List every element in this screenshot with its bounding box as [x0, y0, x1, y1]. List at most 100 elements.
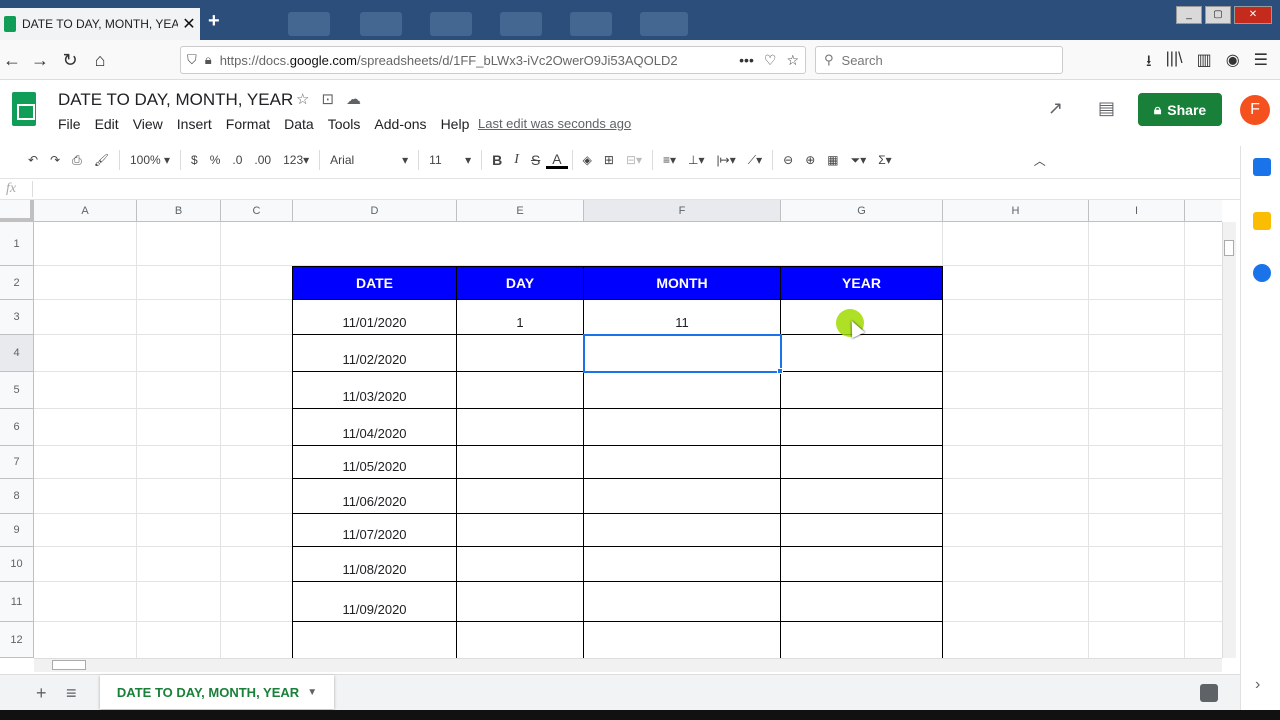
collapse-toolbar-icon[interactable]: ︿: [1028, 152, 1052, 169]
table-cell-month[interactable]: [584, 622, 781, 658]
table-cell-year[interactable]: [781, 372, 943, 409]
table-cell-day[interactable]: [457, 514, 584, 547]
table-cell-month[interactable]: [584, 372, 781, 409]
table-cell-month[interactable]: [584, 479, 781, 514]
table-cell-date[interactable]: 11/09/2020: [292, 582, 457, 622]
table-cell-day[interactable]: [457, 582, 584, 622]
formula-bar[interactable]: fx: [0, 178, 1240, 200]
more-formats-select[interactable]: 123▾: [277, 153, 315, 167]
table-cell-day[interactable]: 1: [457, 300, 584, 335]
undo-icon[interactable]: ↶: [22, 153, 44, 167]
table-cell-day[interactable]: [457, 479, 584, 514]
currency-format-button[interactable]: $: [185, 153, 204, 167]
table-cell-year[interactable]: [781, 582, 943, 622]
table-cell-month[interactable]: [584, 514, 781, 547]
table-cell-date[interactable]: [292, 622, 457, 658]
close-tab-icon[interactable]: ✕: [178, 14, 200, 34]
table-header-date[interactable]: DATE: [292, 266, 457, 300]
explore-icon[interactable]: [1200, 684, 1218, 702]
zoom-select[interactable]: 100% ▾: [124, 153, 176, 167]
row-header[interactable]: 2: [0, 266, 34, 300]
account-icon[interactable]: ◉: [1226, 50, 1240, 77]
new-tab-icon[interactable]: +: [208, 10, 220, 33]
sheet-tab-active[interactable]: DATE TO DAY, MONTH, YEAR ▼: [100, 675, 334, 709]
keep-icon[interactable]: [1253, 212, 1271, 230]
row-header[interactable]: 5: [0, 372, 34, 409]
font-size-select[interactable]: 11 ▾: [423, 153, 477, 167]
vertical-scroll-thumb[interactable]: [1224, 240, 1234, 256]
table-header-year[interactable]: YEAR: [781, 266, 943, 300]
insert-link-icon[interactable]: ⊖: [777, 153, 799, 167]
menu-file[interactable]: File: [58, 116, 81, 132]
close-window-icon[interactable]: ✕: [1234, 6, 1272, 24]
more-actions-icon[interactable]: •••: [739, 52, 754, 69]
back-icon[interactable]: ←: [0, 48, 24, 72]
table-cell-day[interactable]: [457, 335, 584, 372]
forward-icon[interactable]: →: [28, 48, 52, 72]
activity-trend-icon[interactable]: ↗: [1048, 98, 1063, 119]
table-cell-day[interactable]: [457, 372, 584, 409]
horizontal-scroll-thumb[interactable]: [52, 660, 86, 670]
minimize-icon[interactable]: _: [1176, 6, 1202, 24]
table-cell-day[interactable]: [457, 446, 584, 479]
table-header-month[interactable]: MONTH: [584, 266, 781, 300]
table-cell-year[interactable]: [781, 547, 943, 582]
decrease-decimal-button[interactable]: .0: [226, 153, 248, 167]
table-cell-date[interactable]: 11/04/2020: [292, 409, 457, 446]
functions-icon[interactable]: Σ▾: [872, 153, 897, 167]
table-cell-year[interactable]: [781, 514, 943, 547]
column-header[interactable]: [1185, 200, 1222, 222]
home-icon[interactable]: ⌂: [88, 48, 112, 72]
italic-button[interactable]: I: [508, 152, 525, 168]
menu-insert[interactable]: Insert: [177, 116, 212, 132]
merge-cells-icon[interactable]: ⊟▾: [620, 153, 648, 167]
table-cell-month[interactable]: [584, 582, 781, 622]
document-title[interactable]: DATE TO DAY, MONTH, YEAR: [58, 90, 293, 110]
table-cell-date[interactable]: 11/07/2020: [292, 514, 457, 547]
vertical-scrollbar[interactable]: [1222, 222, 1236, 658]
insert-comment-icon[interactable]: ⊕: [799, 153, 821, 167]
table-cell-date[interactable]: 11/08/2020: [292, 547, 457, 582]
strikethrough-button[interactable]: S: [525, 152, 546, 168]
table-cell-date[interactable]: 11/06/2020: [292, 479, 457, 514]
table-cell-year[interactable]: [781, 622, 943, 658]
move-folder-icon[interactable]: ⊡: [321, 90, 334, 108]
fill-handle[interactable]: [777, 368, 783, 374]
table-cell-day[interactable]: [457, 622, 584, 658]
spreadsheet-grid[interactable]: A B C D E F G H I 1 2 3 4 5 6 7 8 9 10 1…: [0, 200, 1222, 658]
column-header[interactable]: H: [943, 200, 1089, 222]
redo-icon[interactable]: ↷: [44, 153, 66, 167]
font-select[interactable]: Arial ▾: [324, 153, 414, 167]
table-cell-day[interactable]: [457, 409, 584, 446]
column-header[interactable]: C: [221, 200, 293, 222]
cloud-status-icon[interactable]: ☁: [346, 90, 361, 108]
add-sheet-icon[interactable]: +: [36, 683, 47, 704]
url-text[interactable]: https://docs.google.com/spreadsheets/d/1…: [220, 53, 739, 68]
menu-addons[interactable]: Add-ons: [374, 116, 426, 132]
table-cell-date[interactable]: 11/02/2020: [292, 335, 457, 372]
tasks-icon[interactable]: [1253, 264, 1271, 282]
url-bar[interactable]: ⛉ 🔒︎ https://docs.google.com/spreadsheet…: [180, 46, 806, 74]
menu-tools[interactable]: Tools: [328, 116, 361, 132]
increase-decimal-button[interactable]: .00: [248, 153, 277, 167]
table-cell-month[interactable]: 11: [584, 300, 781, 335]
column-header[interactable]: D: [293, 200, 457, 222]
fill-color-icon[interactable]: ◈: [577, 153, 598, 167]
menu-help[interactable]: Help: [441, 116, 470, 132]
browser-search-input[interactable]: ⚲ Search: [815, 46, 1063, 74]
percent-format-button[interactable]: %: [204, 153, 227, 167]
table-cell-month[interactable]: [584, 547, 781, 582]
selected-cell[interactable]: [583, 334, 782, 373]
column-header[interactable]: A: [34, 200, 137, 222]
all-sheets-icon[interactable]: ≡: [66, 683, 77, 704]
row-header[interactable]: 8: [0, 479, 34, 514]
column-header[interactable]: F: [584, 200, 781, 222]
filter-icon[interactable]: ⏷▾: [845, 153, 873, 168]
row-header[interactable]: 12: [0, 622, 34, 658]
table-cell-year[interactable]: [781, 335, 943, 372]
print-icon[interactable]: ⎙: [66, 153, 88, 168]
row-header[interactable]: 7: [0, 446, 34, 479]
star-icon[interactable]: ☆: [296, 90, 309, 108]
horizontal-align-icon[interactable]: ≡▾: [657, 153, 682, 167]
select-all-corner[interactable]: [0, 200, 34, 222]
